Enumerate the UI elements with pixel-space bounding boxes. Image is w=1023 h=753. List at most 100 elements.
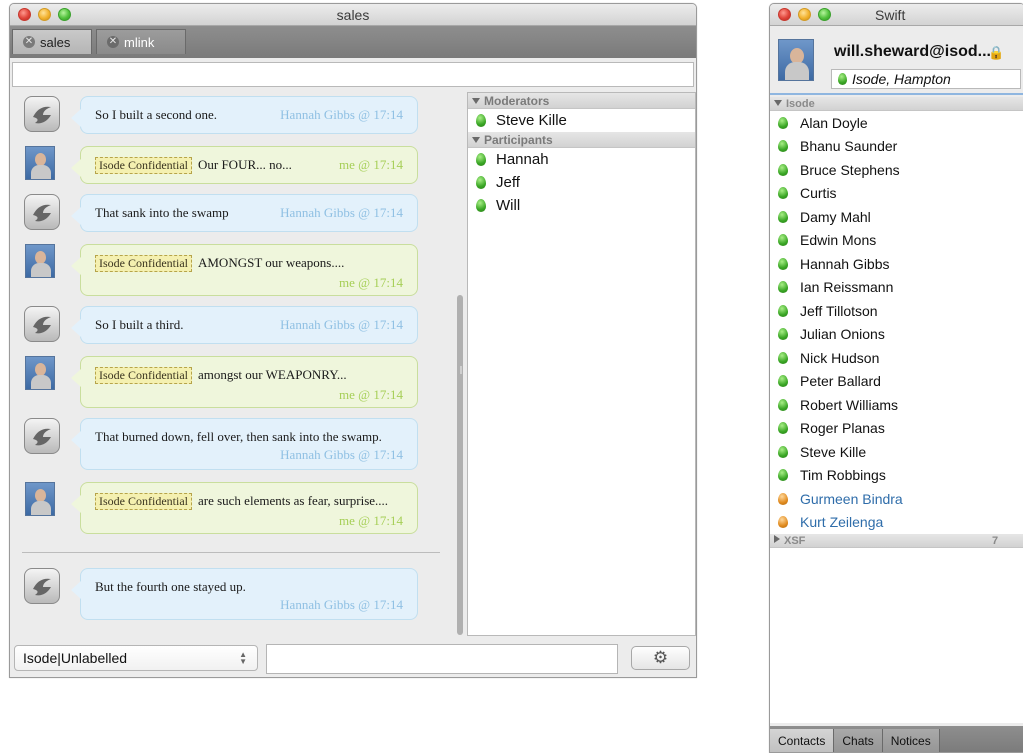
presence-available-icon — [778, 187, 788, 200]
security-label-badge: Isode Confidential — [95, 493, 192, 510]
group-count: 7 — [992, 535, 999, 547]
message: That sank into the swamp Hannah Gibbs @ … — [10, 192, 440, 238]
message-meta: me @ 17:14 — [339, 275, 403, 290]
unread-divider — [22, 552, 440, 553]
presence-available-icon — [476, 199, 486, 212]
presence-available-icon — [778, 398, 788, 411]
chat-titlebar[interactable]: sales — [10, 4, 696, 26]
swift-bot-avatar-icon — [24, 194, 60, 230]
security-label-badge: Isode Confidential — [95, 255, 192, 272]
tab-notices[interactable]: Notices — [882, 729, 940, 752]
contact-row[interactable]: Steve Kille — [770, 440, 1023, 464]
message-bubble: Isode Confidential amongst our WEAPONRY..… — [71, 356, 418, 408]
tab-sales[interactable]: ✕ sales — [12, 29, 92, 54]
security-label-select[interactable]: Isode|Unlabelled ▲ ▼ — [14, 645, 258, 671]
tab-chats[interactable]: Chats — [834, 729, 883, 752]
security-label-badge: Isode Confidential — [95, 367, 192, 384]
account-name: will.sheward@isod... — [834, 43, 991, 60]
user-avatar — [25, 356, 55, 390]
contact-row[interactable]: Curtis — [770, 182, 1023, 206]
splitter-handle[interactable] — [460, 366, 462, 374]
presence-available-icon — [778, 234, 788, 247]
roster-window: Swift will.sheward@isod... 🔒 Isode, Hamp… — [769, 3, 1023, 753]
scrollbar-thumb[interactable] — [457, 295, 463, 635]
presence-away-icon — [778, 492, 788, 505]
presence-available-icon — [778, 304, 788, 317]
contact-row[interactable]: Bhanu Saunder — [770, 135, 1023, 159]
contact-row[interactable]: Robert Williams — [770, 393, 1023, 417]
message-meta: me @ 17:14 — [339, 387, 403, 402]
status-field[interactable]: Isode, Hampton — [831, 69, 1021, 89]
close-tab-icon[interactable]: ✕ — [107, 36, 119, 48]
message-text: So I built a second one. — [95, 107, 218, 122]
contact-row[interactable]: Ian Reissmann — [770, 276, 1023, 300]
lock-icon: 🔒 — [988, 45, 1005, 60]
disclosure-triangle-icon — [472, 137, 480, 143]
presence-available-icon — [838, 73, 847, 85]
occupant-group-participants[interactable]: Participants — [468, 132, 695, 148]
account-header: will.sheward@isod... 🔒 Isode, Hampton — [770, 27, 1023, 95]
message-meta: me @ 17:14 — [339, 157, 403, 172]
contact-row[interactable]: Kurt Zeilenga — [770, 511, 1023, 535]
minimize-window-button[interactable] — [798, 8, 811, 21]
occupant-row[interactable]: Hannah — [468, 148, 695, 171]
disclosure-triangle-icon — [472, 98, 480, 104]
contact-list[interactable]: Isode Alan Doyle Bhanu Saunder Bruce Ste… — [770, 97, 1023, 723]
roster-tab-bar: Contacts Chats Notices — [770, 726, 1023, 752]
close-window-button[interactable] — [778, 8, 791, 21]
message-bubble: But the fourth one stayed up. Hannah Gib… — [71, 568, 418, 620]
roster-titlebar[interactable]: Swift — [770, 4, 1023, 26]
message-bubble: Isode Confidential AMONGST our weapons...… — [71, 244, 418, 296]
contact-row[interactable]: Gurmeen Bindra — [770, 487, 1023, 511]
zoom-window-button[interactable] — [818, 8, 831, 21]
roster-group-xsf[interactable]: XSF 7 — [770, 534, 1023, 548]
tab-contacts[interactable]: Contacts — [770, 729, 835, 752]
occupant-row[interactable]: Steve Kille — [468, 109, 695, 132]
tab-label: mlink — [124, 34, 155, 50]
message: Isode Confidential are such elements as f… — [10, 478, 440, 540]
account-avatar[interactable] — [778, 39, 814, 81]
contact-row[interactable]: Jeff Tillotson — [770, 299, 1023, 323]
presence-available-icon — [778, 375, 788, 388]
message-text: AMONGST our weapons.... — [197, 255, 345, 270]
settings-button[interactable]: ⚙ — [631, 646, 690, 670]
tab-mlink[interactable]: ✕ mlink — [96, 29, 186, 54]
contact-row[interactable]: Bruce Stephens — [770, 158, 1023, 182]
presence-available-icon — [778, 351, 788, 364]
message-log[interactable]: So I built a second one. Hannah Gibbs @ … — [10, 92, 453, 636]
contact-row[interactable]: Edwin Mons — [770, 229, 1023, 253]
swift-bot-avatar-icon — [24, 306, 60, 342]
contact-row[interactable]: Alan Doyle — [770, 111, 1023, 135]
contact-row[interactable]: Damy Mahl — [770, 205, 1023, 229]
message: That burned down, fell over, then sank i… — [10, 416, 440, 474]
presence-available-icon — [476, 114, 486, 127]
room-subject-field[interactable] — [12, 62, 694, 87]
presence-available-icon — [778, 422, 788, 435]
presence-available-icon — [778, 116, 788, 129]
roster-group-isode[interactable]: Isode — [770, 97, 1023, 111]
contact-row[interactable]: Hannah Gibbs — [770, 252, 1023, 276]
swift-bot-avatar-icon — [24, 568, 60, 604]
message-meta: Hannah Gibbs @ 17:14 — [280, 317, 403, 332]
message: But the fourth one stayed up. Hannah Gib… — [10, 564, 440, 624]
select-arrows-icon: ▲ ▼ — [239, 650, 247, 666]
occupant-group-moderators[interactable]: Moderators — [468, 93, 695, 109]
close-tab-icon[interactable]: ✕ — [23, 36, 35, 48]
contact-row[interactable]: Nick Hudson — [770, 346, 1023, 370]
message-meta: Hannah Gibbs @ 17:14 — [280, 597, 403, 612]
window-controls — [778, 8, 831, 21]
contact-row[interactable]: Roger Planas — [770, 417, 1023, 441]
contact-row[interactable]: Peter Ballard — [770, 370, 1023, 394]
message-log-scrollbar[interactable] — [457, 95, 463, 635]
occupant-row[interactable]: Jeff — [468, 171, 695, 194]
presence-available-icon — [778, 163, 788, 176]
message-bubble: That burned down, fell over, then sank i… — [71, 418, 418, 470]
message-text: That sank into the swamp — [95, 205, 229, 220]
message-input[interactable] — [266, 644, 618, 674]
presence-available-icon — [778, 328, 788, 341]
contact-row[interactable]: Tim Robbings — [770, 464, 1023, 488]
message-text: Our FOUR... no... — [197, 157, 292, 172]
message-text: But the fourth one stayed up. — [95, 579, 246, 594]
contact-row[interactable]: Julian Onions — [770, 323, 1023, 347]
occupant-row[interactable]: Will — [468, 194, 695, 217]
